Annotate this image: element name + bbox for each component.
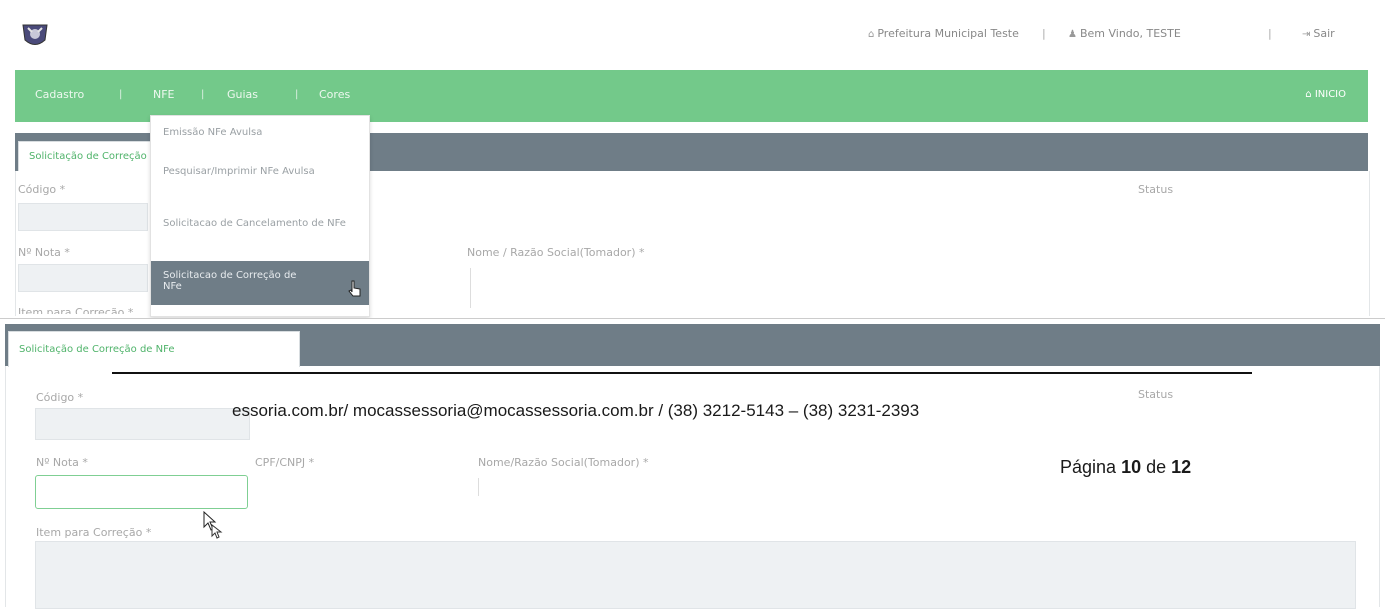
- back-nome-field[interactable]: [470, 268, 471, 308]
- menu-item-correcao[interactable]: Solicitacao de Correção de NFe: [151, 261, 369, 305]
- nome-label: Nome/Razão Social(Tomador) *: [478, 456, 649, 469]
- nfe-dropdown-menu: Emissão NFe Avulsa Pesquisar/Imprimir NF…: [150, 115, 370, 317]
- nav-item-cadastro[interactable]: Cadastro: [35, 88, 84, 101]
- status-label: Status: [1138, 388, 1174, 401]
- codigo-label: Código *: [36, 391, 84, 404]
- back-item-label: Item para Correção *: [18, 306, 134, 314]
- item-correcao-label: Item para Correção *: [36, 526, 152, 539]
- nav-item-nfe[interactable]: NFE: [153, 88, 175, 101]
- nav-item-guias[interactable]: Guias: [227, 88, 258, 101]
- nome-field[interactable]: [478, 478, 479, 496]
- nav-separator: |: [295, 89, 299, 100]
- back-nota-label: Nº Nota *: [18, 246, 70, 259]
- nota-label: Nº Nota *: [36, 456, 88, 469]
- page-number: Página 10 de 12: [1060, 457, 1192, 477]
- back-nota-field[interactable]: [18, 264, 148, 292]
- menu-item-emissao[interactable]: Emissão NFe Avulsa: [151, 127, 369, 138]
- menu-item-cancelamento[interactable]: Solicitacao de Cancelamento de NFe: [151, 218, 369, 229]
- home-icon: ⌂: [868, 29, 875, 40]
- user-icon: ♟: [1068, 29, 1077, 40]
- back-panel-tab[interactable]: Solicitação de Correção de NFe: [18, 141, 170, 172]
- menu-item-correcao-label: Solicitacao de Correção de NFe: [163, 270, 297, 292]
- back-codigo-label: Código *: [18, 183, 66, 196]
- front-panel-tab[interactable]: Solicitação de Correção de NFe: [8, 331, 300, 367]
- prefeitura-link[interactable]: ⌂ Prefeitura Municipal Teste: [868, 27, 1019, 40]
- nota-input[interactable]: [35, 475, 248, 509]
- nav-item-cores[interactable]: Cores: [319, 88, 350, 101]
- codigo-field[interactable]: [35, 408, 250, 440]
- user-welcome[interactable]: ♟ Bem Vindo, TESTE: [1068, 27, 1181, 40]
- item-correcao-textarea[interactable]: [35, 541, 1356, 609]
- nav-separator: |: [119, 89, 123, 100]
- nav-separator: |: [201, 89, 205, 100]
- home-icon: ⌂: [1305, 89, 1315, 100]
- topbar-separator: |: [1042, 27, 1046, 40]
- topbar-separator: |: [1268, 27, 1272, 40]
- footer-contact: essoria.com.br/ mocassessoria@mocassesso…: [232, 401, 920, 420]
- sign-out-icon: ⇥: [1302, 29, 1311, 40]
- back-status-label: Status: [1138, 183, 1174, 196]
- back-codigo-field[interactable]: [18, 203, 148, 231]
- exit-link[interactable]: ⇥ Sair: [1302, 27, 1335, 40]
- hand-cursor-icon: [347, 279, 363, 303]
- footer-rule: [112, 372, 1252, 374]
- menu-item-pesquisar[interactable]: Pesquisar/Imprimir NFe Avulsa: [151, 166, 369, 177]
- back-nome-label: Nome / Razão Social(Tomador) *: [467, 246, 645, 259]
- cpf-label: CPF/CNPJ *: [255, 456, 315, 469]
- municipal-logo: [20, 22, 50, 50]
- nav-inicio[interactable]: ⌂ INICIO: [1305, 89, 1346, 100]
